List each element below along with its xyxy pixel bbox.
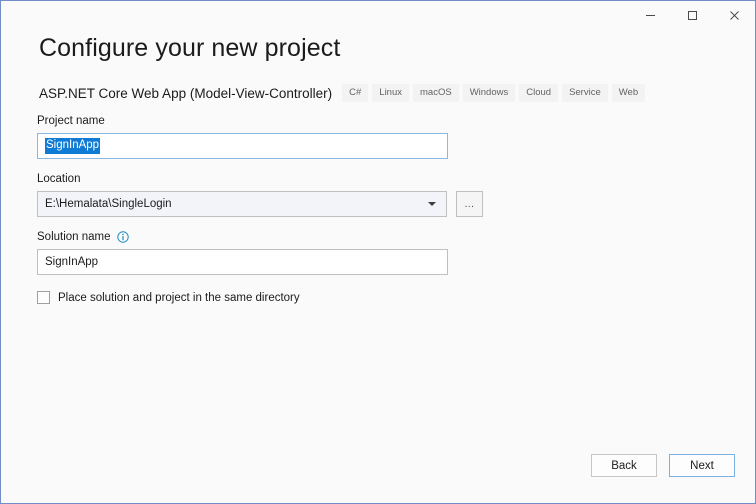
browse-location-button[interactable]: ...: [456, 191, 483, 217]
template-tag-cloud: Cloud: [519, 84, 559, 102]
template-name: ASP.NET Core Web App (Model-View-Control…: [39, 85, 333, 101]
close-button[interactable]: [713, 1, 755, 29]
template-summary: ASP.NET Core Web App (Model-View-Control…: [39, 84, 725, 102]
solution-name-value: SignInApp: [45, 256, 99, 268]
template-tag-macos: macOS: [413, 84, 459, 102]
project-name-field-group: Project name SignInApp: [37, 114, 483, 159]
configure-project-dialog: Configure your new project ASP.NET Core …: [0, 0, 756, 504]
maximize-icon: [687, 10, 698, 21]
info-icon[interactable]: [116, 231, 129, 243]
same-directory-row[interactable]: Place solution and project in the same d…: [37, 291, 483, 304]
location-value: E:\Hemalata\SingleLogin: [45, 198, 172, 210]
template-tag-web: Web: [611, 84, 646, 102]
minimize-icon: [645, 10, 656, 21]
project-name-label: Project name: [37, 115, 105, 127]
solution-name-label-text: Solution name: [37, 231, 111, 243]
solution-name-field-group: Solution name SignInApp: [37, 230, 483, 275]
same-directory-checkbox[interactable]: [37, 291, 50, 304]
minimize-button[interactable]: [629, 1, 671, 29]
project-name-value: SignInApp: [45, 138, 101, 154]
template-tag-list: C# Linux macOS Windows Cloud Service Web: [342, 84, 649, 102]
page-title: Configure your new project: [39, 34, 341, 62]
back-button[interactable]: Back: [591, 454, 657, 477]
same-directory-label: Place solution and project in the same d…: [58, 291, 300, 304]
location-row: E:\Hemalata\SingleLogin ...: [37, 191, 483, 217]
location-field-group: Location E:\Hemalata\SingleLogin ...: [37, 172, 483, 217]
solution-name-input[interactable]: SignInApp: [37, 249, 448, 275]
next-button[interactable]: Next: [669, 454, 735, 477]
title-bar: [1, 1, 755, 30]
project-name-input[interactable]: SignInApp: [37, 133, 448, 159]
dialog-footer: Back Next: [591, 454, 735, 477]
location-combobox[interactable]: E:\Hemalata\SingleLogin: [37, 191, 448, 217]
template-tag-windows: Windows: [462, 84, 516, 102]
project-configuration-form: Project name SignInApp Location E:\Hemal…: [37, 114, 483, 304]
location-label: Location: [37, 173, 81, 185]
close-icon: [729, 10, 740, 21]
template-tag-service: Service: [562, 84, 608, 102]
template-tag-linux: Linux: [372, 84, 409, 102]
chevron-down-icon[interactable]: [425, 201, 439, 207]
solution-name-label: Solution name: [37, 230, 483, 244]
maximize-button[interactable]: [671, 1, 713, 29]
template-tag-csharp: C#: [342, 84, 369, 102]
